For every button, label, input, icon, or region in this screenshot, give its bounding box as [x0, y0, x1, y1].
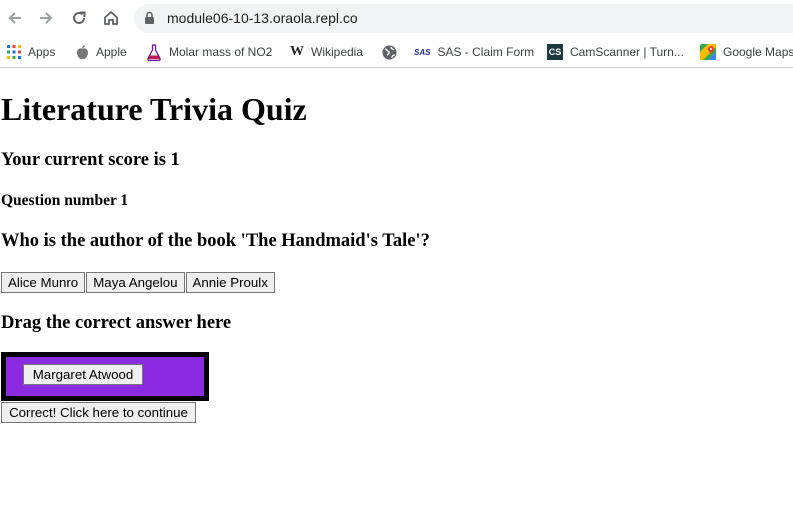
apps-grid-icon — [7, 45, 21, 59]
question-number: Question number 1 — [1, 192, 129, 209]
answer-drop-zone[interactable]: Margaret Atwood — [1, 352, 209, 401]
back-arrow-icon — [8, 12, 21, 24]
page-title: Literature Trivia Quiz — [1, 91, 307, 127]
apple-icon — [76, 44, 89, 60]
continue-button[interactable]: Correct! Click here to continue — [1, 402, 196, 423]
bookmark-apple[interactable]: Apple — [76, 42, 127, 62]
reload-icon — [73, 11, 86, 24]
forward-button[interactable] — [34, 6, 58, 30]
bookmark-label: Apps — [28, 45, 56, 59]
bookmark-camscanner[interactable]: CS CamScanner | Turn... — [547, 42, 684, 62]
score-text: Your current score is 1 — [1, 150, 180, 170]
bookmark-label: Apple — [96, 45, 127, 59]
browser-toolbar: module06-10-13.oraola.repl.co — [0, 0, 793, 37]
bookmark-sas-claim[interactable]: SAS SAS - Claim Form — [414, 42, 534, 62]
answer-options: Alice Munro Maya Angelou Annie Proulx — [1, 272, 275, 293]
bookmark-label: Google Maps — [723, 45, 793, 59]
globe-icon — [382, 45, 397, 60]
url-text: module06-10-13.oraola.repl.co — [167, 10, 358, 26]
answer-option-button[interactable]: Alice Munro — [1, 272, 86, 293]
dropped-answer-button[interactable]: Margaret Atwood — [23, 364, 143, 385]
address-bar[interactable]: module06-10-13.oraola.repl.co — [134, 4, 793, 33]
question-text: Who is the author of the book 'The Handm… — [1, 231, 430, 251]
back-button[interactable] — [3, 6, 27, 30]
home-icon — [104, 10, 118, 25]
forward-arrow-icon — [40, 12, 53, 24]
bookmark-molar-mass[interactable]: Molar mass of NO2 — [146, 42, 272, 62]
lock-icon — [144, 11, 155, 30]
google-maps-icon — [700, 44, 716, 60]
bookmark-label: SAS - Claim Form — [437, 45, 535, 59]
bookmark-wikipedia[interactable]: W Wikipedia — [290, 42, 363, 62]
bookmark-globe[interactable] — [382, 42, 404, 62]
answer-option-button[interactable]: Maya Angelou — [86, 272, 185, 293]
bookmark-apps[interactable]: Apps — [7, 42, 55, 62]
home-button[interactable] — [99, 6, 123, 30]
wikipedia-icon: W — [290, 44, 304, 59]
bookmark-label: Wikipedia — [311, 45, 364, 59]
bookmark-label: Molar mass of NO2 — [169, 45, 273, 59]
reload-button[interactable] — [67, 6, 91, 30]
answer-option-button[interactable]: Annie Proulx — [185, 272, 275, 293]
camscanner-icon: CS — [547, 44, 563, 60]
bookmark-label: CamScanner | Turn... — [570, 45, 684, 59]
flask-icon — [146, 43, 162, 61]
bookmark-google-maps[interactable]: Google Maps — [700, 42, 793, 62]
sas-icon: SAS — [414, 47, 431, 57]
bookmarks-bar: Apps Apple Molar mass of NO2 W Wikipedia… — [0, 37, 793, 68]
drop-instruction: Drag the correct answer here — [1, 313, 232, 333]
